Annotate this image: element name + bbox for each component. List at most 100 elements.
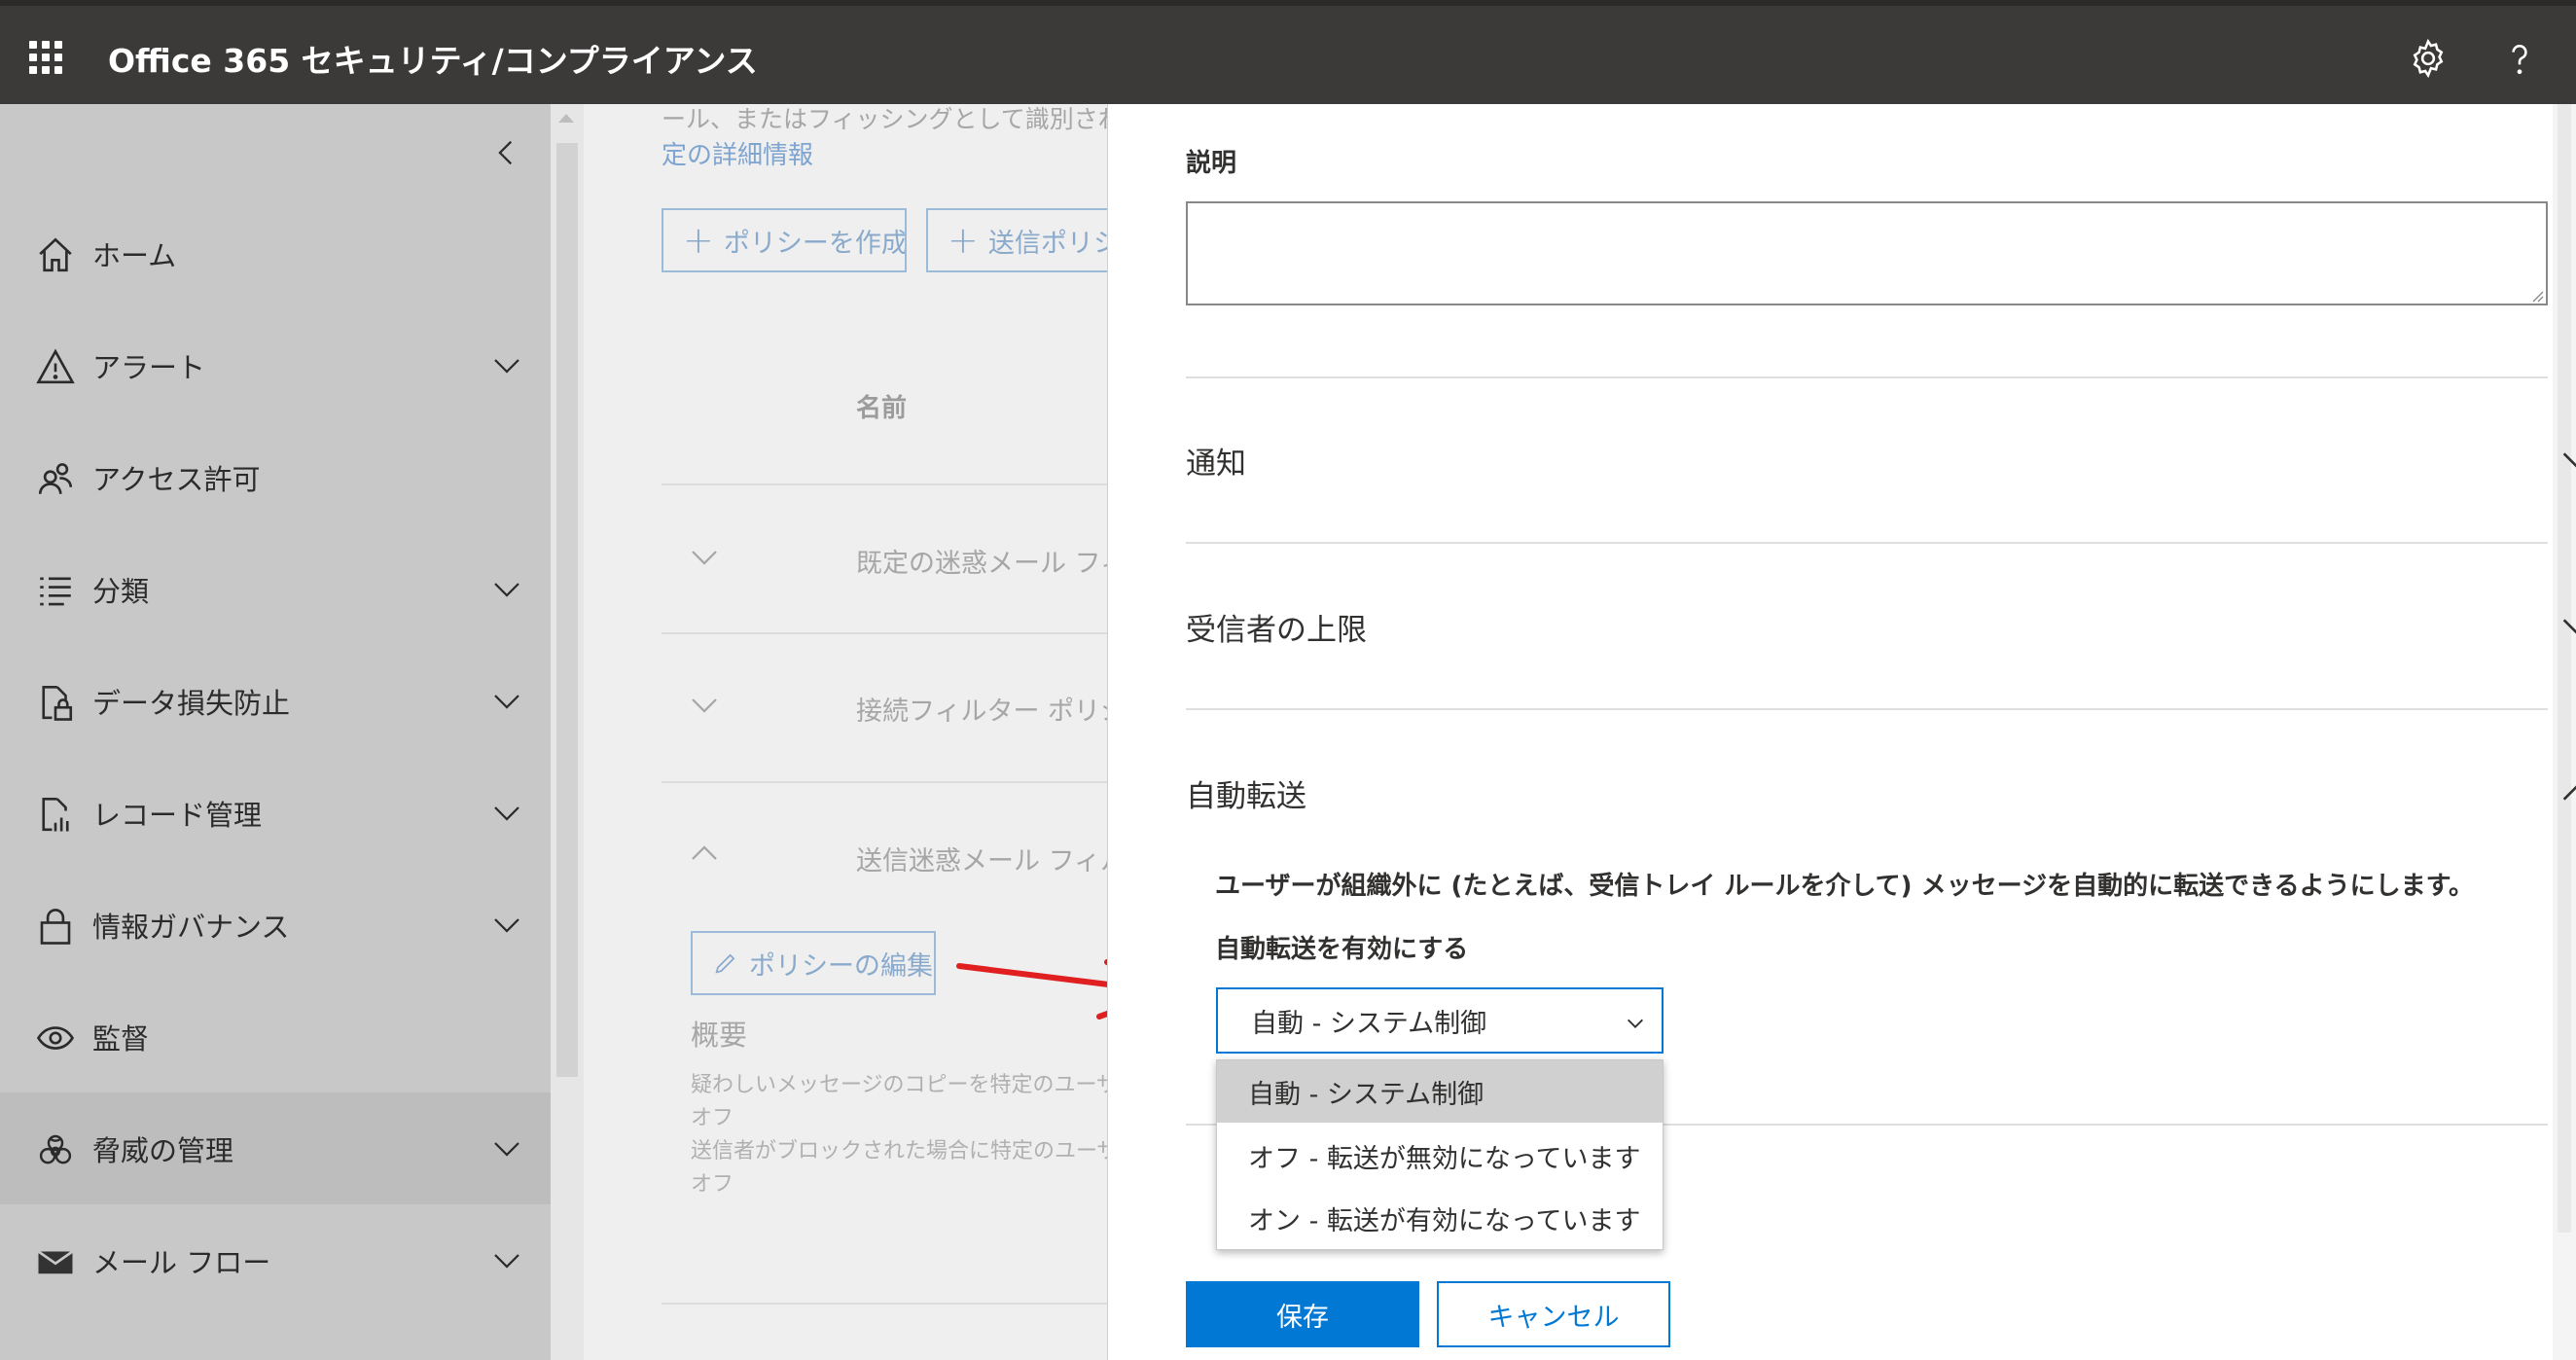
section-notifications[interactable]: 通知 <box>1186 412 2576 509</box>
chart-doc-icon <box>35 794 76 835</box>
chevron-down-icon <box>2558 441 2576 480</box>
home-icon <box>35 234 76 275</box>
nav-label: メール フロー <box>92 1245 271 1279</box>
pencil-icon <box>712 949 739 977</box>
collapse-nav-chevron-icon[interactable] <box>490 133 523 172</box>
nav-scrollbar[interactable] <box>551 104 584 1360</box>
column-header-name[interactable]: 名前 <box>856 388 907 424</box>
forwarding-dropdown-list: 自動 - システム制御 オフ - 転送が無効になっています オン - 転送が有効… <box>1216 1059 1664 1250</box>
nav-item-threat-management[interactable]: 脅威の管理 <box>0 1092 551 1204</box>
learn-more-link[interactable]: 定の詳細情報 <box>662 135 813 171</box>
help-icon[interactable] <box>2498 37 2541 80</box>
nav-label: アクセス許可 <box>92 462 261 496</box>
description-label: 説明 <box>1186 149 1237 178</box>
chevron-down-icon <box>489 572 524 607</box>
list-icon <box>35 570 76 611</box>
table-row[interactable]: 接続フィルター ポリシー <box>856 690 1107 728</box>
outbound-policy-button[interactable]: + 送信ポリシー <box>926 208 1107 272</box>
forwarding-select[interactable]: 自動 - システム制御 <box>1216 987 1664 1054</box>
section-title: 受信者の上限 <box>1186 612 1367 648</box>
people-icon <box>35 458 76 499</box>
nav-label: 分類 <box>92 574 150 608</box>
summary-line: 疑わしいメッセージのコピーを特定のユーザーに <box>691 1073 1107 1097</box>
chevron-down-icon <box>489 1131 524 1166</box>
chevron-down-icon <box>2558 607 2576 646</box>
summary-line: オフ <box>691 1172 734 1197</box>
chevron-down-icon <box>489 796 524 831</box>
chevron-up-icon[interactable] <box>687 836 722 871</box>
chevron-down-icon[interactable] <box>687 540 722 575</box>
save-button[interactable]: 保存 <box>1186 1281 1419 1347</box>
dropdown-option-off[interactable]: オフ - 転送が無効になっています <box>1217 1125 1663 1187</box>
panel-scrollbar[interactable] <box>2553 104 2576 1360</box>
nav-item-mail-flow[interactable]: メール フロー <box>0 1204 551 1316</box>
edit-policy-button[interactable]: ポリシーの編集 <box>691 931 936 995</box>
select-value: 自動 - システム制御 <box>1251 1008 1487 1039</box>
chevron-down-icon <box>489 908 524 943</box>
nav-item-records-management[interactable]: レコード管理 <box>0 757 551 869</box>
description-field[interactable] <box>1186 201 2548 305</box>
mail-icon <box>35 1241 76 1282</box>
nav-label: 脅威の管理 <box>92 1133 234 1167</box>
nav-label: 情報ガバナンス <box>92 910 290 944</box>
cancel-button[interactable]: キャンセル <box>1437 1281 1670 1347</box>
document-lock-icon <box>35 682 76 723</box>
resize-grip-icon[interactable] <box>2528 287 2544 303</box>
chevron-down-icon <box>489 1243 524 1278</box>
section-title: 通知 <box>1186 446 1246 482</box>
divider <box>1186 376 2548 378</box>
eye-icon <box>35 1018 76 1058</box>
table-row[interactable]: 既定の迷惑メール フィルター <box>856 542 1107 580</box>
nav-item-classification[interactable]: 分類 <box>0 533 551 645</box>
dropdown-option-automatic[interactable]: 自動 - システム制御 <box>1217 1060 1663 1123</box>
nav-item-information-governance[interactable]: 情報ガバナンス <box>0 869 551 981</box>
nav-item-permissions[interactable]: アクセス許可 <box>0 421 551 533</box>
divider <box>662 483 1107 485</box>
dropdown-option-on[interactable]: オン - 転送が有効になっています <box>1217 1187 1663 1249</box>
alert-icon <box>35 346 76 387</box>
table-row[interactable]: 送信迷惑メール フィルター <box>856 840 1107 877</box>
divider <box>662 1303 1107 1305</box>
nav-item-home[interactable]: ホーム <box>0 197 551 309</box>
app-launcher-icon[interactable] <box>29 41 62 74</box>
edit-policy-flyout: 説明 通知 受信者の上限 自動転送 ユーザーが組織外に (たとえば、受信トレイ … <box>1107 104 2576 1360</box>
section-title: 自動転送 <box>1186 778 1306 814</box>
lock-icon <box>35 906 76 947</box>
plus-icon: + <box>683 219 714 262</box>
chevron-down-icon <box>489 348 524 383</box>
nav-label: データ損失防止 <box>92 686 291 720</box>
biohazard-icon <box>35 1129 76 1170</box>
forwarding-enable-label: 自動転送を有効にする <box>1215 935 1469 964</box>
summary-line: オフ <box>691 1106 734 1130</box>
plus-icon: + <box>948 219 979 262</box>
scroll-up-icon[interactable] <box>558 114 574 123</box>
summary-heading: 概要 <box>691 1019 748 1052</box>
nav-label: アラート <box>92 350 206 384</box>
page-description: ール、またはフィッシングとして識別されたメッ <box>662 105 1107 133</box>
nav-item-data-loss-prevention[interactable]: データ損失防止 <box>0 645 551 757</box>
divider <box>1186 708 2548 710</box>
forwarding-description: ユーザーが組織外に (たとえば、受信トレイ ルールを介して) メッセージを自動的… <box>1215 872 2474 901</box>
main-content: ール、またはフィッシングとして識別されたメッ 定の詳細情報 + ポリシーを作成 … <box>584 104 1107 1360</box>
nav-item-alerts[interactable]: アラート <box>0 309 551 421</box>
left-navigation: ホーム アラート アクセス許可 分類 データ損失防止 レコード管理 情報ガバナン… <box>0 104 551 1360</box>
divider <box>662 781 1107 783</box>
scrollbar-thumb[interactable] <box>556 143 578 1077</box>
divider <box>1186 542 2548 544</box>
summary-line: 送信者がブロックされた場合に特定のユーザー <box>691 1139 1107 1163</box>
chevron-down-icon <box>489 684 524 719</box>
nav-label: レコード管理 <box>92 798 263 832</box>
divider <box>662 632 1107 634</box>
section-automatic-forwarding[interactable]: 自動転送 <box>1186 744 2576 841</box>
top-bar: Office 365 セキュリティ/コンプライアンス <box>0 0 2576 104</box>
nav-label: 監督 <box>92 1021 150 1056</box>
section-recipient-limits[interactable]: 受信者の上限 <box>1186 578 2576 675</box>
app-title[interactable]: Office 365 セキュリティ/コンプライアンス <box>108 35 758 82</box>
nav-label: ホーム <box>92 238 177 272</box>
chevron-down-icon[interactable] <box>687 688 722 723</box>
chevron-down-icon <box>1625 1011 1646 1032</box>
chevron-up-icon <box>2558 773 2576 812</box>
gear-icon[interactable] <box>2407 37 2450 80</box>
create-policy-button[interactable]: + ポリシーを作成 <box>662 208 907 272</box>
nav-item-supervision[interactable]: 監督 <box>0 981 551 1092</box>
